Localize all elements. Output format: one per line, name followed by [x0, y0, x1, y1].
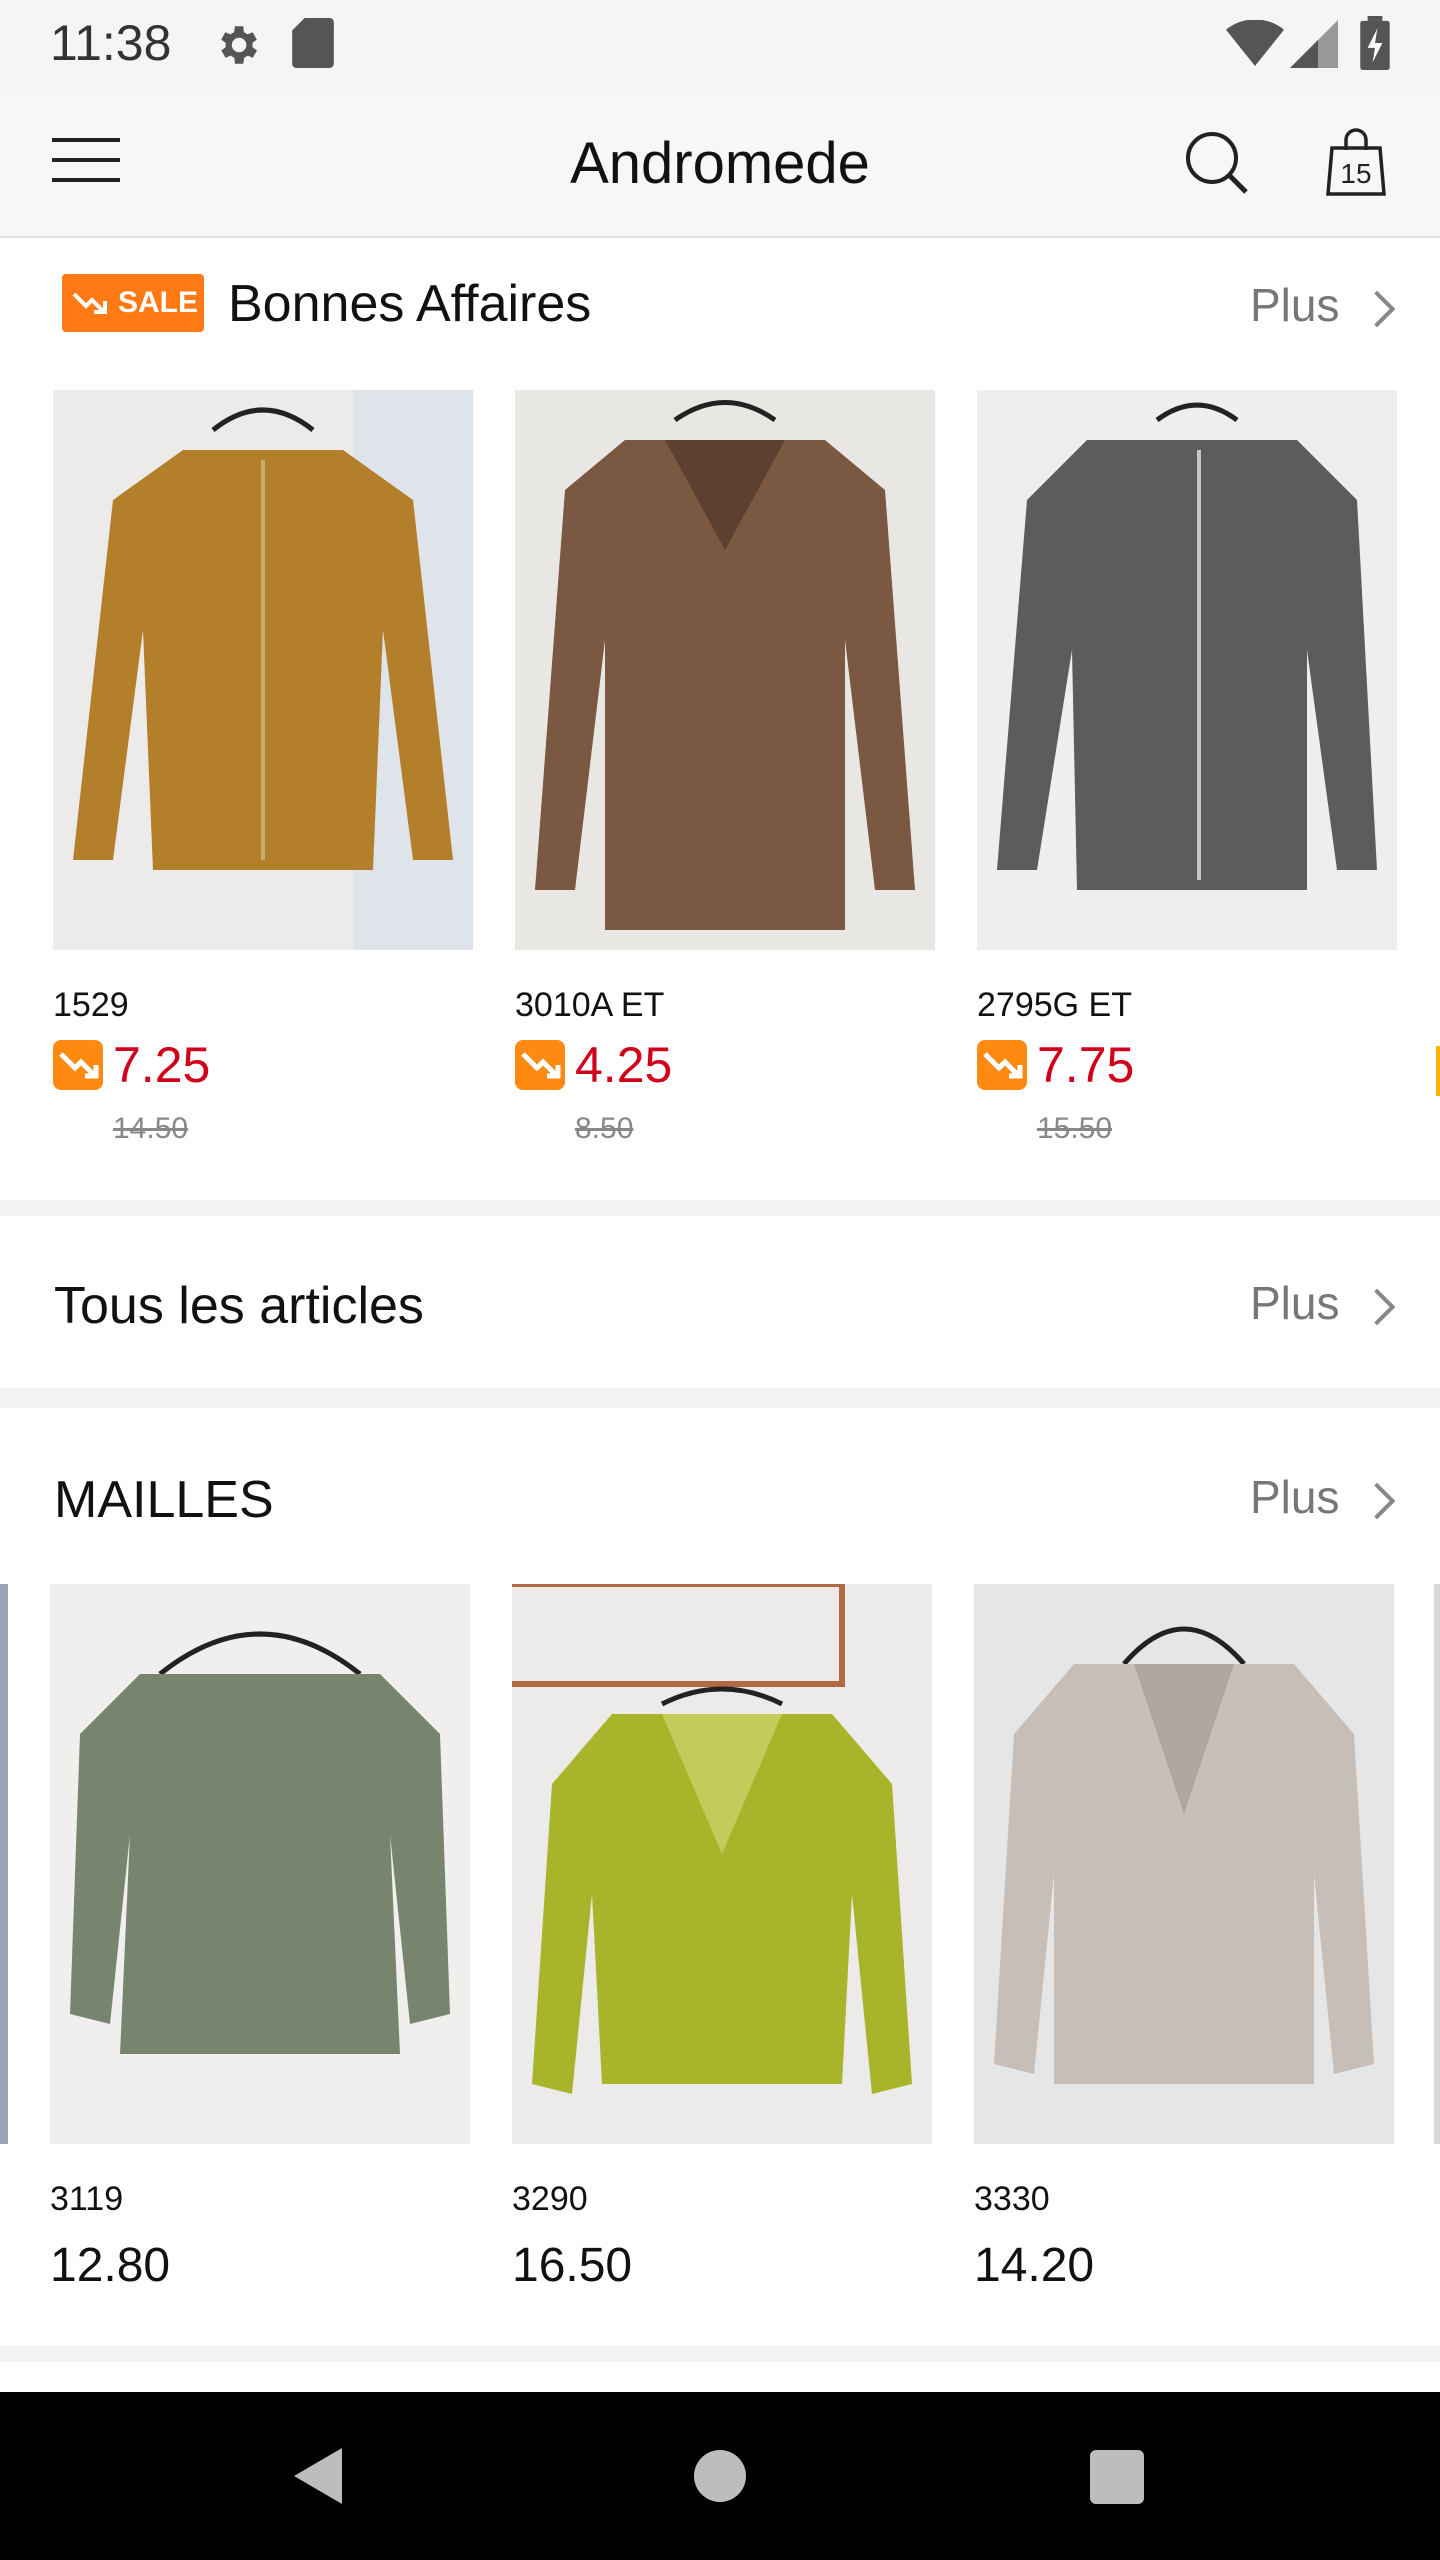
chevron-right-icon — [1358, 290, 1396, 328]
sale-price: 4.25 — [575, 1037, 673, 1093]
product-card[interactable]: 3290 16.50 — [512, 1584, 932, 2304]
product-code: 3010A ET — [515, 986, 665, 1024]
product-card[interactable]: 3119 12.80 — [50, 1584, 470, 2304]
product-image — [977, 390, 1397, 950]
product-code: 1529 — [53, 986, 129, 1024]
product-price: 14.20 — [974, 2239, 1095, 2292]
all-more-link[interactable]: Plus — [1230, 1272, 1400, 1342]
wifi-icon — [1226, 20, 1284, 66]
mailles-section: MAILLES Plus 3119 12.80 3290 16.50 3330 … — [0, 1408, 1440, 2346]
next-card-peek — [1436, 1046, 1440, 1096]
product-image — [512, 1584, 932, 2144]
deals-more-link[interactable]: Plus — [1230, 274, 1400, 344]
product-code: 3119 — [50, 2180, 124, 2218]
app-bar: Andromede 15 — [0, 90, 1440, 238]
product-card[interactable]: 3010A ET 4.25 8.50 — [515, 390, 935, 1170]
product-image — [50, 1584, 470, 2144]
sale-price: 7.25 — [113, 1037, 211, 1093]
sale-badge-text: SALE — [118, 286, 199, 319]
sale-price: 7.75 — [1037, 1037, 1135, 1093]
next-section — [0, 2362, 1440, 2392]
product-price: 12.80 — [50, 2239, 171, 2292]
section-title-all: Tous les articles — [54, 1277, 424, 1335]
cart-button[interactable]: 15 — [1326, 128, 1386, 198]
original-price: 14.50 — [113, 1112, 189, 1145]
price-drop-icon — [515, 1040, 565, 1090]
product-code: 3290 — [512, 2180, 588, 2218]
original-price: 8.50 — [575, 1112, 634, 1145]
recents-button[interactable] — [1090, 2450, 1144, 2504]
home-button[interactable] — [694, 2450, 746, 2502]
next-card-peek — [1434, 1584, 1440, 2144]
mailles-more-link[interactable]: Plus — [1230, 1466, 1400, 1536]
chevron-right-icon — [1358, 1482, 1396, 1520]
original-price: 15.50 — [1037, 1112, 1113, 1145]
cart-count: 15 — [1340, 158, 1372, 189]
settings-icon — [221, 26, 257, 64]
more-label: Plus — [1250, 1277, 1340, 1329]
product-card[interactable]: 1529 7.25 14.50 — [53, 390, 473, 1170]
status-bar: 11:38 — [0, 0, 1440, 90]
product-image — [515, 390, 935, 950]
product-card[interactable]: 3330 14.20 — [974, 1584, 1394, 2304]
prev-card-peek — [0, 1584, 8, 2144]
sale-section: SALE Bonnes Affaires Plus 1529 7.25 14.5… — [0, 238, 1440, 1200]
price-drop-icon — [977, 1040, 1027, 1090]
sd-card-icon — [292, 18, 334, 68]
product-image — [974, 1584, 1394, 2144]
section-title-deals: Bonnes Affaires — [228, 275, 592, 333]
status-time: 11:38 — [50, 15, 172, 71]
navigation-bar — [0, 2392, 1440, 2560]
product-price: 16.50 — [512, 2239, 633, 2292]
chevron-right-icon — [1358, 1288, 1396, 1326]
signal-icon — [1290, 20, 1338, 68]
back-button[interactable] — [290, 2444, 346, 2508]
product-code: 3330 — [974, 2180, 1050, 2218]
all-items-section[interactable]: Tous les articles Plus — [0, 1216, 1440, 1388]
product-code: 2795G ET — [977, 986, 1132, 1024]
trend-down-icon — [72, 292, 107, 314]
sale-badge: SALE — [62, 274, 204, 332]
price-drop-icon — [53, 1040, 103, 1090]
search-icon[interactable] — [1184, 130, 1250, 196]
product-card[interactable]: 2795G ET 7.75 15.50 — [977, 390, 1397, 1170]
product-image — [53, 390, 473, 950]
more-label: Plus — [1250, 1471, 1340, 1523]
battery-icon — [1360, 16, 1390, 70]
more-label: Plus — [1250, 279, 1340, 331]
section-title-mailles: MAILLES — [54, 1471, 274, 1529]
